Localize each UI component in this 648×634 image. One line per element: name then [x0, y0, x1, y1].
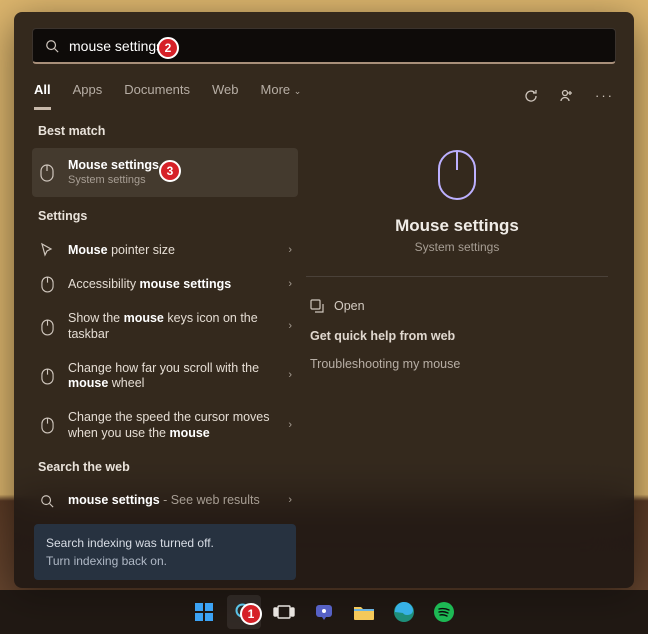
mouse-icon [38, 417, 56, 434]
result-title: Mouse settings [68, 158, 292, 174]
chevron-right-icon: › [288, 494, 292, 508]
account-icon[interactable] [559, 88, 575, 104]
tb-start[interactable] [187, 595, 221, 629]
indexing-notice[interactable]: Search indexing was turned off. Turn ind… [34, 524, 296, 580]
search-icon [45, 39, 59, 53]
tb-explorer[interactable] [347, 595, 381, 629]
detail-pane: Mouse settings System settings Open Get … [298, 124, 616, 588]
more-icon[interactable]: ··· [595, 88, 614, 104]
mouse-large-icon [436, 148, 478, 202]
chevron-right-icon: › [288, 320, 292, 334]
result-cursor-speed[interactable]: Change the speed the cursor moves when y… [32, 401, 298, 450]
mouse-icon [38, 276, 56, 293]
taskbar [0, 590, 648, 634]
tab-more[interactable]: More ⌄ [261, 82, 302, 110]
search-input[interactable] [69, 38, 603, 54]
result-mouse-keys-icon[interactable]: Show the mouse keys icon on the taskbar … [32, 302, 298, 351]
tab-web[interactable]: Web [212, 82, 239, 110]
section-search-web: Search the web [32, 460, 298, 484]
search-icon [38, 494, 56, 508]
result-mouse-settings[interactable]: Mouse settings System settings [32, 148, 298, 197]
chevron-down-icon: ⌄ [294, 86, 302, 96]
open-icon [310, 299, 324, 313]
notice-link[interactable]: Turn indexing back on. [46, 552, 284, 570]
detail-title: Mouse settings [395, 216, 519, 236]
mouse-icon [38, 368, 56, 385]
notice-text: Search indexing was turned off. [46, 534, 284, 552]
tab-all[interactable]: All [34, 82, 51, 110]
search-box[interactable] [32, 28, 616, 64]
open-button[interactable]: Open [306, 291, 608, 321]
detail-subtitle: System settings [415, 240, 500, 254]
section-settings: Settings [32, 209, 298, 233]
chevron-right-icon: › [288, 419, 292, 433]
mouse-icon [38, 164, 56, 182]
mouse-icon [38, 319, 56, 336]
tb-spotify[interactable] [427, 595, 461, 629]
tb-search[interactable] [227, 595, 261, 629]
chevron-right-icon: › [288, 244, 292, 258]
result-web-search[interactable]: mouse settings - See web results › [32, 484, 298, 518]
help-heading: Get quick help from web [306, 321, 608, 349]
result-subtitle: System settings [68, 174, 292, 188]
divider [306, 276, 608, 277]
tb-edge[interactable] [387, 595, 421, 629]
tb-chat[interactable] [307, 595, 341, 629]
cursor-icon [38, 242, 56, 258]
tab-documents[interactable]: Documents [124, 82, 190, 110]
help-troubleshoot[interactable]: Troubleshooting my mouse [306, 349, 608, 379]
tb-taskview[interactable] [267, 595, 301, 629]
search-panel: All Apps Documents Web More ⌄ ··· Best m… [14, 12, 634, 588]
section-best-match: Best match [32, 124, 298, 148]
result-accessibility-mouse[interactable]: Accessibility mouse settings › [32, 267, 298, 302]
refresh-icon[interactable] [523, 88, 539, 104]
chevron-right-icon: › [288, 369, 292, 383]
filter-bar: All Apps Documents Web More ⌄ ··· [32, 82, 616, 110]
result-pointer-size[interactable]: Mouse pointer size › [32, 233, 298, 267]
results-list: Best match Mouse settings System setting… [32, 124, 298, 588]
tab-apps[interactable]: Apps [73, 82, 103, 110]
result-scroll-wheel[interactable]: Change how far you scroll with the mouse… [32, 352, 298, 401]
chevron-right-icon: › [288, 278, 292, 292]
